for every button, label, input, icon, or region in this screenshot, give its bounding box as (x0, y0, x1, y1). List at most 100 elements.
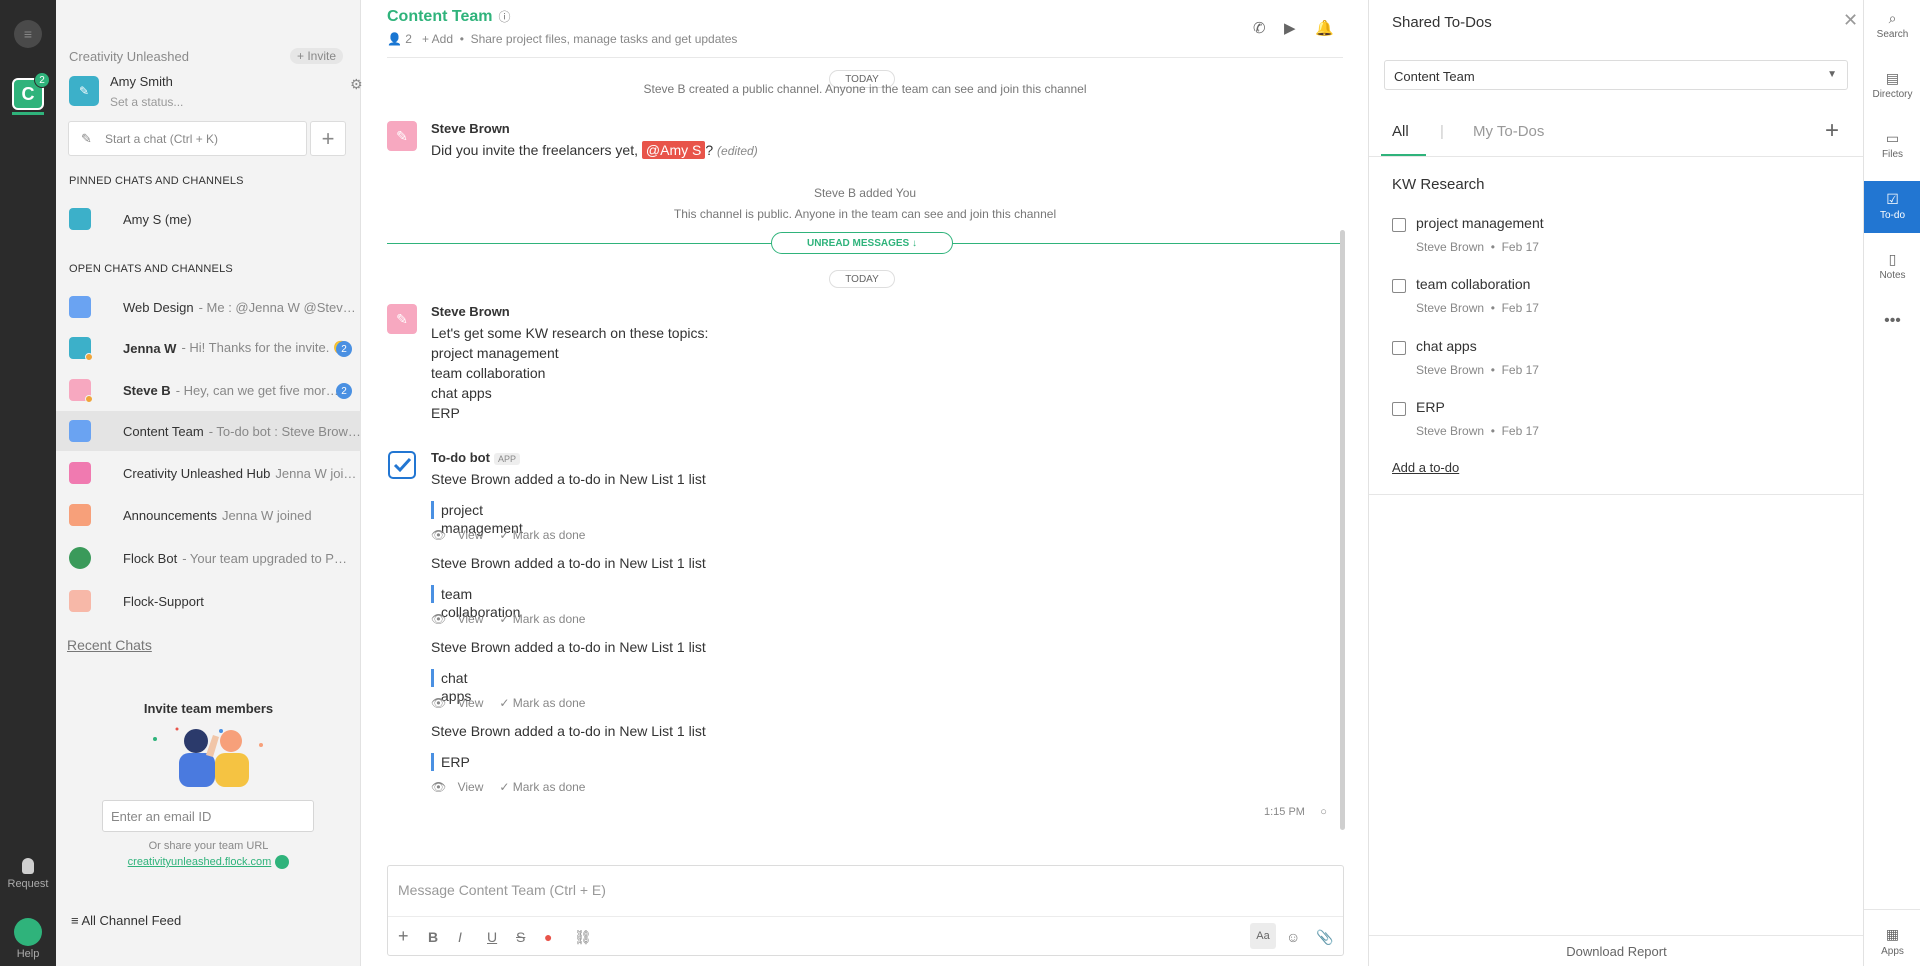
megaphone-icon (69, 504, 91, 526)
todo-quote: team collaboration (431, 585, 520, 620)
phone-icon[interactable]: ✆ (1253, 19, 1266, 37)
todo-text[interactable]: team collaboration (1416, 276, 1530, 292)
request-button[interactable]: Request (0, 858, 56, 890)
unread-count-badge: 2 (336, 383, 352, 399)
eye-icon: 👁 (431, 612, 447, 626)
todo-checkbox[interactable] (1392, 341, 1406, 355)
rail-apps-button[interactable]: ▦ Apps (1864, 909, 1920, 966)
bold-icon[interactable]: B (428, 929, 438, 945)
rail-notes-button[interactable]: ▯ Notes (1864, 241, 1920, 293)
message-author[interactable]: Steve Brown (431, 121, 510, 136)
status-input[interactable]: Set a status... (110, 95, 183, 109)
copy-link-icon[interactable] (275, 855, 290, 869)
recent-chats-link[interactable]: Recent Chats (67, 637, 152, 653)
todo-text[interactable]: ERP (1416, 399, 1445, 415)
mark-done-button[interactable]: ✓ Mark as done (499, 528, 593, 542)
chat-preview: Jenna W joined (275, 465, 361, 481)
download-report-button[interactable]: Download Report (1369, 935, 1864, 966)
unread-messages-button[interactable]: UNREAD MESSAGES ↓ (771, 232, 953, 254)
info-icon[interactable]: ⓘ (498, 10, 510, 24)
mark-done-button[interactable]: ✓ Mark as done (499, 780, 593, 794)
view-button[interactable]: 👁 View (431, 696, 491, 710)
checkbox-app-icon[interactable] (387, 450, 417, 480)
todo-text[interactable]: project management (1416, 215, 1544, 231)
chat-item-flock-bot[interactable]: Flock Bot - Your team upgraded to PRO (56, 538, 361, 578)
strikethrough-icon[interactable]: S (516, 929, 525, 945)
link-icon[interactable]: ⛓ (574, 929, 592, 946)
member-count[interactable]: 2 (405, 32, 412, 46)
chat-item-web-design[interactable]: Web Design - Me : @Jenna W @Steve B ... (56, 287, 361, 327)
todo-checkbox[interactable] (1392, 218, 1406, 232)
todo-meta: Steve Brown • Feb 17 (1416, 301, 1539, 315)
invite-button[interactable]: + Invite (290, 48, 344, 64)
channel-title[interactable]: Content Team ⓘ (387, 8, 511, 26)
gear-icon[interactable]: ⚙ (350, 76, 363, 93)
view-button[interactable]: 👁 View (431, 612, 491, 626)
close-icon[interactable]: ✕ (1843, 10, 1858, 31)
start-chat-input[interactable]: ✎ Start a chat (Ctrl + K) (68, 121, 307, 156)
open-header: OPEN CHATS AND CHANNELS (69, 263, 233, 275)
chat-item-announcements[interactable]: Announcements Jenna W joined (56, 495, 361, 535)
team-url-text[interactable]: creativityunleashed.flock.com (128, 856, 272, 868)
chat-name: Content Team (123, 423, 204, 439)
view-button[interactable]: 👁 View (431, 528, 491, 542)
add-list-button[interactable]: + (1825, 117, 1839, 145)
tab-my-todos[interactable]: My To-Dos (1473, 123, 1544, 140)
chat-name: Web Design (123, 299, 194, 315)
avatar[interactable]: ✎ (387, 121, 417, 151)
mark-done-button[interactable]: ✓ Mark as done (499, 696, 593, 710)
mention-tag[interactable]: @Amy S (641, 141, 706, 159)
attachment-icon[interactable]: 📎 (1316, 929, 1333, 946)
rail-search-button[interactable]: ⌕ Search (1864, 0, 1920, 52)
chat-item-flock-support[interactable]: Flock-Support (56, 581, 361, 621)
help-button[interactable]: Help (0, 918, 56, 960)
chat-item-hub[interactable]: Creativity Unleashed Hub Jenna W joined (56, 453, 361, 493)
panel-title: Shared To-Dos (1392, 14, 1492, 31)
mark-done-button[interactable]: ✓ Mark as done (499, 612, 593, 626)
pinned-item-amy[interactable]: Amy S (me) (56, 199, 361, 239)
chat-name: Creativity Unleashed Hub (123, 465, 271, 481)
tab-all[interactable]: All (1392, 123, 1409, 140)
plus-icon[interactable]: + (398, 926, 409, 947)
todo-tabs: All | My To-Dos + (1369, 117, 1864, 157)
view-button[interactable]: 👁 View (431, 780, 491, 794)
message-author[interactable]: Steve Brown (431, 304, 510, 319)
members-icon[interactable]: 👤 (387, 32, 402, 46)
flock-logo-icon[interactable]: ≡ (14, 20, 42, 48)
more-icon[interactable]: ••• (1864, 312, 1920, 330)
todo-actions: 👁 View ✓ Mark as done (431, 780, 601, 794)
todo-checkbox[interactable] (1392, 402, 1406, 416)
underline-icon[interactable]: U (487, 929, 497, 945)
chat-item-steve[interactable]: Steve B - Hey, can we get five more f...… (56, 370, 361, 410)
profile-block[interactable]: ✎ Amy Smith Set a status... ⚙ (69, 74, 363, 110)
add-member-button[interactable]: + Add (422, 32, 453, 46)
bot-name: To-do bot (431, 450, 490, 465)
bell-icon[interactable]: 🔔 (1315, 19, 1334, 37)
message-line: team collaboration (431, 365, 546, 381)
app-root: ≡ C 2 Request Help Creativity Unleashed … (0, 0, 1920, 966)
message-input[interactable]: Message Content Team (Ctrl + E) (398, 882, 606, 898)
message-line: Let's get some KW research on these topi… (431, 325, 709, 341)
rail-files-button[interactable]: ▭ Files (1864, 120, 1920, 172)
text-format-button[interactable]: Aa (1250, 923, 1276, 949)
chat-scrollbar[interactable] (1340, 230, 1345, 830)
avatar[interactable]: ✎ (387, 304, 417, 334)
todo-text[interactable]: chat apps (1416, 338, 1477, 354)
invite-email-input[interactable]: Enter an email ID (102, 800, 314, 832)
italic-icon[interactable]: I (458, 929, 462, 945)
video-icon[interactable]: ▶ (1284, 19, 1296, 37)
emoji-icon[interactable]: ☺ (1286, 929, 1300, 945)
rail-directory-button[interactable]: ▤ Directory (1864, 60, 1920, 112)
chat-item-jenna[interactable]: Jenna W - Hi! Thanks for the invite. 🙂 2 (56, 328, 361, 368)
message-author[interactable]: To-do bot APP (431, 450, 520, 465)
help-chat-icon (14, 918, 42, 946)
channel-feed-link[interactable]: ≡ All Channel Feed (71, 913, 181, 928)
new-chat-button[interactable]: + (310, 121, 346, 156)
add-todo-link[interactable]: Add a to-do (1392, 460, 1459, 475)
todo-checkbox[interactable] (1392, 279, 1406, 293)
chat-item-content-team[interactable]: Content Team - To-do bot : Steve Brown .… (56, 411, 361, 451)
team-select[interactable]: Content Team ▼ (1384, 60, 1848, 90)
color-palette-icon[interactable]: ● (544, 929, 552, 945)
team-url-link[interactable]: creativityunleashed.flock.com (56, 855, 361, 869)
rail-todo-button[interactable]: ☑ To-do (1864, 181, 1920, 233)
